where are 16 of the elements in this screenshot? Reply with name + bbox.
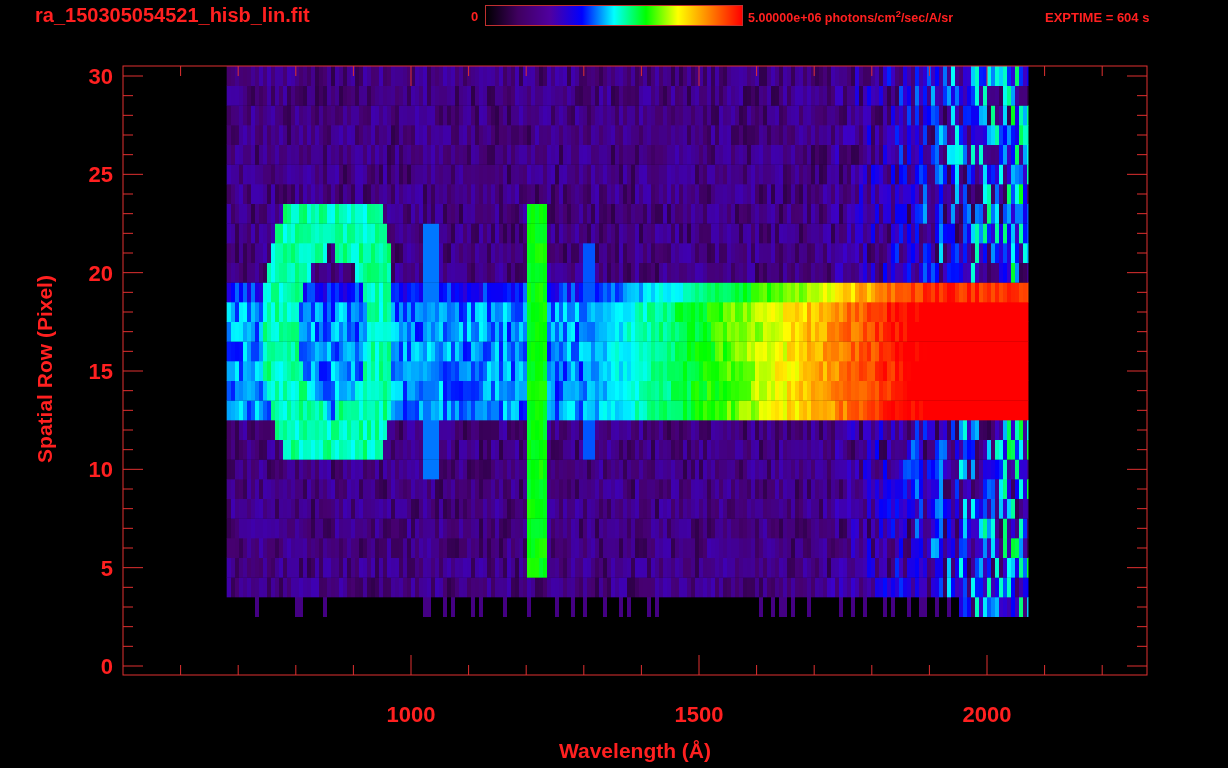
y-tick-label: 15 (88, 359, 113, 384)
scale-min-label: 0 (471, 9, 479, 25)
y-tick-label: 0 (100, 654, 113, 679)
exposure-time: EXPTIME = 604 s (1045, 10, 1150, 26)
y-tick-label: 25 (88, 162, 113, 188)
x-tick-label: 1000 (386, 702, 436, 727)
y-tick-label: 10 (88, 457, 113, 483)
x-tick-label: 2000 (962, 702, 1012, 727)
y-tick-label: 5 (100, 555, 113, 581)
y-axis-label: Spatial Row (Pixel) (32, 275, 57, 463)
x-axis-label: Wavelength (Å) (558, 739, 712, 762)
scale-max-label: 5.00000e+06 photons/cm$^{2}$/sec/A/sr (748, 10, 953, 26)
y-tick-label: 20 (88, 260, 113, 286)
y-tick-label: 30 (88, 64, 113, 89)
file-title: ra_150305054521_hisb_lin.fit (35, 3, 310, 27)
x-tick-label: 1500 (674, 702, 724, 727)
